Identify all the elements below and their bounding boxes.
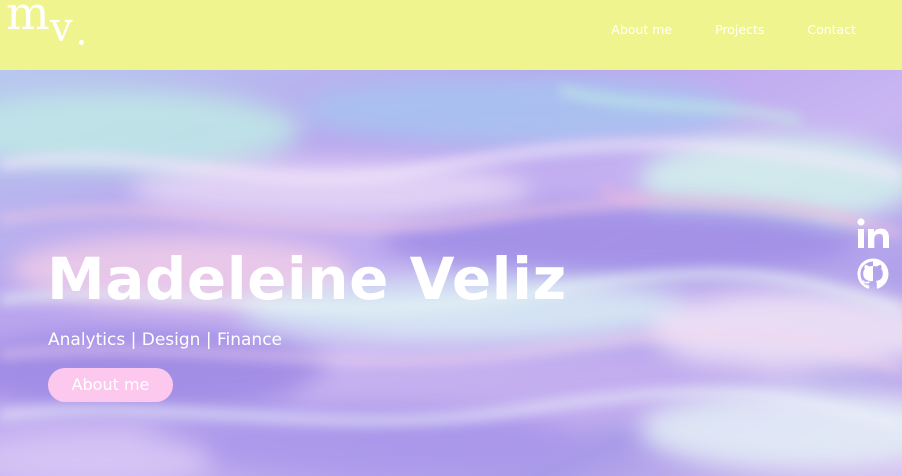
hero-name: Madeleine Veliz	[47, 245, 567, 313]
logo[interactable]: m v	[6, 0, 96, 60]
logo-letter-m: m	[6, 0, 50, 40]
hero-section: Madeleine Veliz Analytics | Design | Fin…	[0, 70, 902, 476]
logo-letter-v: v	[50, 5, 73, 51]
linkedin-icon[interactable]	[856, 216, 890, 250]
about-me-button[interactable]: About me	[48, 368, 173, 402]
logo-dot	[79, 40, 84, 45]
github-icon[interactable]	[856, 257, 890, 291]
nav-link-contact[interactable]: Contact	[807, 22, 856, 38]
main-nav: About me Projects Contact	[568, 22, 856, 38]
hero-tagline: Analytics | Design | Finance	[48, 330, 282, 350]
site-header: m v About me Projects Contact	[0, 0, 902, 70]
page: m v About me Projects Contact Madeleine …	[0, 0, 902, 476]
nav-link-about-me[interactable]: About me	[611, 22, 672, 38]
nav-link-projects[interactable]: Projects	[715, 22, 764, 38]
